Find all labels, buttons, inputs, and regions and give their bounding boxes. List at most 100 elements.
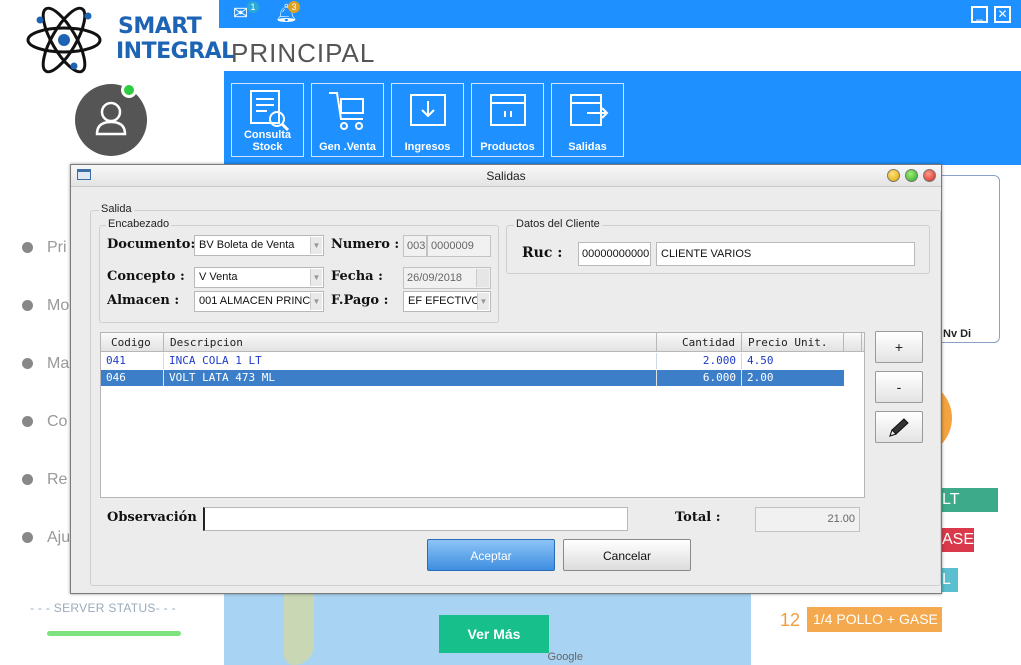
mail-icon[interactable]: ✉ [233, 4, 248, 22]
toolbar-ribbon: Consulta Stock Gen .Venta Ingresos Produ… [224, 71, 1021, 165]
ribbon-label: Salidas [568, 141, 607, 153]
aceptar-button[interactable]: Aceptar [427, 539, 555, 571]
observacion-label: Observación [107, 510, 197, 525]
remove-item-button[interactable]: - [875, 371, 923, 403]
map-credit: Google [547, 651, 583, 663]
app-logo: SMART INTEGRAL [26, 6, 235, 76]
concepto-select[interactable]: V Venta ▼ [194, 267, 324, 288]
cell-codigo: 041 [101, 353, 164, 369]
cell-cantidad: 2.000 [657, 353, 742, 369]
ruc-input[interactable]: 00000000000 [578, 242, 651, 266]
calendar-icon [476, 269, 489, 287]
ribbon-ingresos[interactable]: Ingresos [391, 83, 464, 157]
ribbon-salidas[interactable]: Salidas [551, 83, 624, 157]
ruc-label: Ruc : [522, 245, 563, 261]
column-header-spacer [844, 333, 862, 352]
bullet-icon [22, 532, 33, 544]
box-icon [489, 94, 526, 126]
numero-correlativo-field: 0000009 [427, 235, 491, 257]
cell-descripcion: INCA COLA 1 LT [164, 353, 657, 369]
ribbon-label: Ingresos [404, 141, 451, 153]
chip-red: ASE [942, 528, 974, 552]
right-panel-header: Nv Di [943, 328, 972, 340]
cell-codigo: 046 [101, 370, 164, 386]
product-bar: 1/4 POLLO + GASE [807, 607, 942, 632]
bell-badge: 3 [288, 1, 300, 13]
minimize-icon[interactable] [887, 169, 900, 182]
dialog-title: Salidas [486, 169, 526, 183]
table-row[interactable]: 041 INCA COLA 1 LT 2.000 4.50 [101, 353, 844, 369]
menu-item[interactable]: Ma [22, 355, 69, 373]
cart-icon [328, 92, 364, 130]
encabezado-legend: Encabezado [106, 218, 172, 230]
bullet-icon [22, 474, 33, 486]
table-row[interactable]: 046 VOLT LATA 473 ML 6.000 2.00 [101, 370, 844, 386]
user-icon [95, 101, 127, 136]
cliente-input[interactable]: CLIENTE VARIOS [656, 242, 915, 266]
ribbon-gen-venta[interactable]: Gen .Venta [311, 83, 384, 157]
dialog-body: Salida Encabezado Datos del Cliente Docu… [71, 188, 941, 594]
fpago-label: F.Pago : [331, 293, 389, 308]
total-field: 21.00 [755, 507, 860, 532]
maximize-icon[interactable] [905, 169, 918, 182]
atom-logo-icon [26, 6, 102, 74]
column-header-precio[interactable]: Precio Unit. [742, 333, 844, 352]
menu-item[interactable]: Pri [22, 239, 67, 257]
menu-item[interactable]: Aju [22, 529, 70, 547]
map-land [284, 593, 314, 665]
online-status-dot [121, 82, 137, 98]
window-icon [77, 169, 91, 180]
fpago-select[interactable]: EF EFECTIVO ▼ [403, 291, 491, 312]
ribbon-label: Consulta Stock [243, 129, 292, 153]
cell-precio: 4.50 [747, 354, 774, 367]
minimize-button[interactable]: _ [971, 6, 988, 23]
cancelar-button[interactable]: Cancelar [563, 539, 691, 571]
close-button[interactable]: ✕ [994, 6, 1011, 23]
bullet-icon [22, 416, 33, 428]
page-title: PRINCIPAL [231, 38, 376, 68]
right-panel: Nv Di [942, 175, 1000, 343]
brand-name: SMART INTEGRAL [116, 14, 235, 64]
brand-line-2: INTEGRAL [116, 39, 235, 64]
salidas-dialog: Salidas Salida Encabezado Datos del Clie… [70, 164, 942, 594]
documento-label: Documento: [107, 237, 196, 252]
ribbon-label: Productos [480, 141, 535, 153]
column-header-codigo[interactable]: Codigo [101, 333, 164, 352]
chevron-down-icon: ▼ [310, 293, 322, 310]
close-icon[interactable] [923, 169, 936, 182]
user-avatar[interactable] [75, 82, 147, 156]
items-table[interactable]: Codigo Descripcion Cantidad Precio Unit.… [100, 332, 865, 498]
box-out-icon [569, 94, 608, 126]
top-bar: ✉ 1 🔔︎ 3 _ ✕ [219, 0, 1021, 28]
client-legend: Datos del Cliente [514, 218, 602, 230]
cell-cantidad: 6.000 [657, 370, 742, 386]
documento-select[interactable]: BV Boleta de Venta ▼ [194, 235, 324, 256]
add-item-button[interactable]: + [875, 331, 923, 363]
almacen-select[interactable]: 001 ALMACEN PRINC ▼ [194, 291, 324, 312]
edit-item-button[interactable] [875, 411, 923, 443]
observacion-input[interactable] [203, 507, 628, 531]
bullet-icon [22, 300, 33, 312]
menu-item[interactable]: Co [22, 413, 67, 431]
column-header-cantidad[interactable]: Cantidad [657, 333, 742, 352]
server-status-bar [47, 631, 181, 636]
fecha-field[interactable]: 26/09/2018 [403, 267, 491, 289]
inbox-download-icon [409, 94, 446, 126]
dialog-title-bar[interactable]: Salidas [71, 165, 941, 187]
ribbon-productos[interactable]: Productos [471, 83, 544, 157]
ver-mas-button[interactable]: Ver Más [439, 615, 549, 653]
chevron-down-icon: ▼ [477, 293, 489, 310]
server-status-label: - - - SERVER STATUS- - - [30, 601, 176, 615]
brand-line-1: SMART [118, 14, 202, 39]
ribbon-consulta-stock[interactable]: Consulta Stock [231, 83, 304, 157]
bullet-icon [22, 242, 33, 254]
menu-item[interactable]: Re [22, 471, 67, 489]
table-header: Codigo Descripcion Cantidad Precio Unit. [101, 333, 864, 352]
menu-item[interactable]: Mo [22, 297, 69, 315]
chevron-down-icon: ▼ [310, 237, 322, 254]
concepto-label: Concepto : [107, 269, 185, 284]
pencil-icon [889, 418, 909, 437]
ribbon-label: Gen .Venta [319, 141, 376, 153]
numero-serie-field: 003 [403, 235, 427, 257]
column-header-descripcion[interactable]: Descripcion [164, 333, 657, 352]
